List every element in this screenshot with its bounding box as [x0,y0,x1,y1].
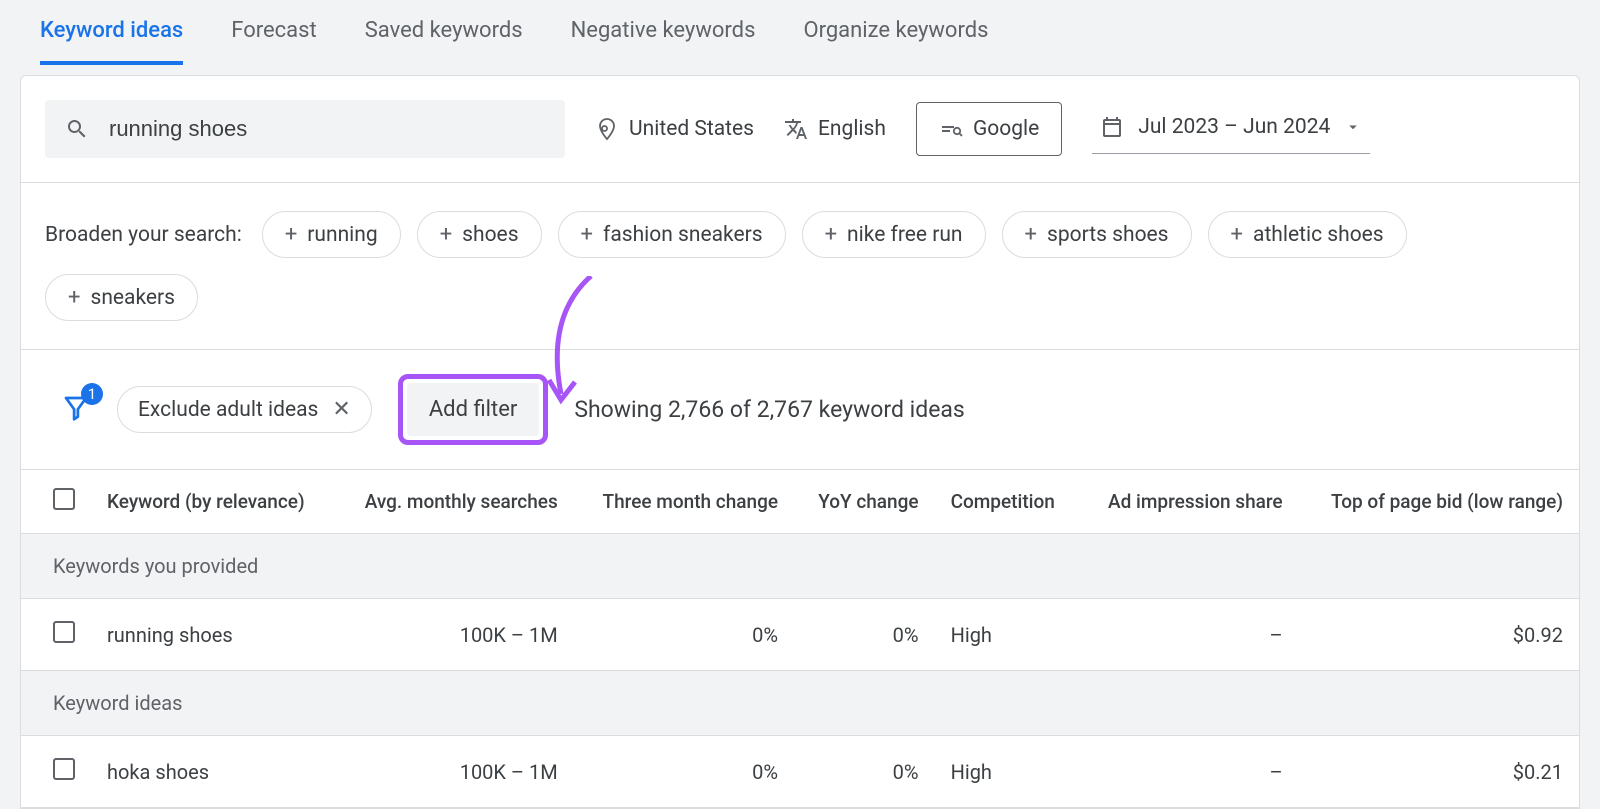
broaden-chip-sports-shoes[interactable]: +sports shoes [1002,211,1192,258]
select-all-checkbox[interactable] [53,488,75,510]
cell-ad: – [1079,736,1298,808]
broaden-chip-running[interactable]: +running [262,211,401,258]
col-yoy[interactable]: YoY change [794,470,935,534]
language-label: English [818,117,886,141]
cell-comp: High [935,736,1080,808]
cell-yoy: 0% [794,736,935,808]
location-icon [595,117,619,141]
keywords-table: Keyword (by relevance) Avg. monthly sear… [21,470,1579,808]
network-control[interactable]: Google [916,102,1062,156]
broaden-chip-fashion-sneakers[interactable]: +fashion sneakers [558,211,786,258]
dropdown-icon [1344,118,1362,136]
plus-icon: + [285,222,297,247]
section-provided: Keywords you provided [21,534,1579,599]
cell-bid: $0.92 [1299,599,1579,671]
broaden-chip-sneakers[interactable]: +sneakers [45,274,198,321]
annotation-highlight: Add filter [398,374,548,445]
plus-icon: + [1025,222,1037,247]
col-three-month[interactable]: Three month change [574,470,794,534]
cell-yoy: 0% [794,599,935,671]
tab-keyword-ideas[interactable]: Keyword ideas [40,18,183,65]
plus-icon: + [68,285,80,310]
cell-keyword[interactable]: running shoes [91,599,335,671]
filter-count-badge: 1 [81,383,103,405]
network-icon [939,117,963,141]
col-avg-searches[interactable]: Avg. monthly searches [335,470,574,534]
location-control[interactable]: United States [595,117,754,141]
broaden-chip-nike-free-run[interactable]: +nike free run [802,211,986,258]
tab-negative-keywords[interactable]: Negative keywords [571,18,756,65]
row-checkbox[interactable] [53,621,75,643]
plus-icon: + [581,222,593,247]
col-keyword[interactable]: Keyword (by relevance) [91,470,335,534]
table-row: running shoes 100K – 1M 0% 0% High – $0.… [21,599,1579,671]
cell-keyword[interactable]: hoka shoes [91,736,335,808]
tab-saved-keywords[interactable]: Saved keywords [365,18,523,65]
tabs-bar: Keyword ideas Forecast Saved keywords Ne… [0,0,1600,65]
showing-text: Showing 2,766 of 2,767 keyword ideas [574,396,965,423]
cell-comp: High [935,599,1080,671]
cell-avg: 100K – 1M [335,736,574,808]
add-filter-button[interactable]: Add filter [407,383,539,436]
cell-avg: 100K – 1M [335,599,574,671]
plus-icon: + [440,222,452,247]
filter-icon-button[interactable]: 1 [61,393,91,427]
cell-three: 0% [574,599,794,671]
search-icon [65,117,89,141]
language-control[interactable]: English [784,117,886,141]
table-row: hoka shoes 100K – 1M 0% 0% High – $0.21 [21,736,1579,808]
search-row: United States English Google Jul 2023 – … [21,76,1579,183]
broaden-label: Broaden your search: [45,223,242,247]
section-ideas: Keyword ideas [21,671,1579,736]
col-competition[interactable]: Competition [935,470,1080,534]
main-panel: United States English Google Jul 2023 – … [20,75,1580,809]
search-box[interactable] [45,100,565,158]
plus-icon: + [1231,222,1243,247]
col-top-bid-low[interactable]: Top of page bid (low range) [1299,470,1579,534]
close-icon[interactable]: ✕ [332,397,350,422]
network-label: Google [973,117,1039,141]
daterange-control[interactable]: Jul 2023 – Jun 2024 [1092,105,1370,154]
plus-icon: + [825,222,837,247]
tab-organize-keywords[interactable]: Organize keywords [803,18,988,65]
broaden-chip-shoes[interactable]: +shoes [417,211,542,258]
cell-ad: – [1079,599,1298,671]
translate-icon [784,117,808,141]
broaden-chip-athletic-shoes[interactable]: +athletic shoes [1208,211,1407,258]
tab-forecast[interactable]: Forecast [231,18,316,65]
filter-row: 1 Exclude adult ideas ✕ Add filter Showi… [21,350,1579,470]
search-input[interactable] [109,116,545,142]
row-checkbox[interactable] [53,758,75,780]
broaden-row: Broaden your search: +running +shoes +fa… [21,183,1579,350]
calendar-icon [1100,115,1124,139]
filter-chip-exclude-adult[interactable]: Exclude adult ideas ✕ [117,386,372,433]
cell-bid: $0.21 [1299,736,1579,808]
location-label: United States [629,117,754,141]
daterange-label: Jul 2023 – Jun 2024 [1138,115,1330,139]
col-ad-impression[interactable]: Ad impression share [1079,470,1298,534]
cell-three: 0% [574,736,794,808]
